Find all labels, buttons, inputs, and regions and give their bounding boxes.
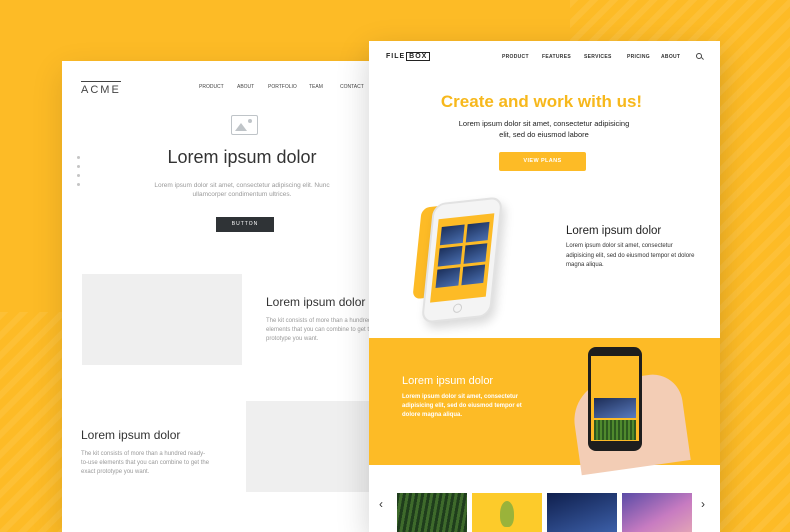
nav-pricing[interactable]: PRICING	[627, 54, 650, 60]
wireframe-button[interactable]: BUTTON	[216, 217, 274, 232]
yellow-section: Lorem ipsum dolor Lorem ipsum dolor sit …	[369, 338, 720, 476]
wireframe-logo[interactable]: ACME	[81, 81, 121, 96]
wireframe-nav-contact[interactable]: CONTACT	[340, 84, 364, 90]
wireframe-nav-portfolio[interactable]: PORTFOLIO	[268, 84, 297, 90]
search-icon[interactable]	[696, 53, 702, 59]
band-title: Lorem ipsum dolor	[402, 375, 494, 387]
phone-illustration	[421, 196, 503, 324]
image-placeholder	[82, 274, 242, 365]
wireframe-nav-team[interactable]: TEAM	[309, 84, 323, 90]
home-button-icon	[452, 303, 463, 314]
gallery-strip: ‹ ›	[369, 465, 720, 532]
hero-headline: Create and work with us!	[440, 92, 643, 111]
designed-page: FILE BOX PRODUCT FEATURES SERVICES PRICIN…	[369, 41, 720, 532]
view-plans-button[interactable]: VIEW PLANS	[499, 152, 586, 171]
wireframe-nav-about[interactable]: ABOUT	[237, 84, 254, 90]
slider-dots[interactable]	[77, 156, 80, 192]
nav-about[interactable]: ABOUT	[661, 54, 680, 60]
feature-text: Lorem ipsum dolor sit amet, consectetur …	[566, 243, 695, 268]
gallery-prev-icon[interactable]: ‹	[379, 498, 383, 510]
feature-title: Lorem ipsum dolor	[566, 225, 662, 237]
wireframe-hero-subtitle: Lorem ipsum dolor sit amet, consectetur …	[154, 182, 330, 198]
band-text: Lorem ipsum dolor sit amet, consectetur …	[402, 394, 522, 418]
nav-services[interactable]: SERVICES	[584, 54, 612, 60]
wireframe-hero-title: Lorem ipsum dolor	[167, 147, 317, 167]
image-placeholder-icon	[231, 115, 258, 135]
hero-lead: Lorem ipsum dolor sit amet, consectetur …	[458, 119, 630, 139]
gallery-thumb-pineapple[interactable]	[472, 493, 542, 532]
wireframe-section2-text: The kit consists of more than a hundred …	[81, 451, 210, 475]
wireframe-section2-title: Lorem ipsum dolor	[81, 428, 181, 442]
logo-text: FILE	[386, 53, 406, 60]
wireframe-page: ACME PRODUCT ABOUT PORTFOLIO TEAM CONTAC…	[62, 61, 392, 532]
wireframe-section1-title: Lorem ipsum dolor	[266, 295, 366, 309]
nav-product[interactable]: PRODUCT	[502, 54, 529, 60]
wireframe-nav-product[interactable]: PRODUCT	[199, 84, 224, 90]
logo-box-text: BOX	[406, 52, 431, 61]
gallery-thumb-leaves[interactable]	[397, 493, 467, 532]
gallery-thumb-night-sky[interactable]	[547, 493, 617, 532]
gallery-thumb-sunset[interactable]	[622, 493, 692, 532]
nav-features[interactable]: FEATURES	[542, 54, 571, 60]
filebox-logo[interactable]: FILE BOX	[386, 52, 431, 61]
phone-photo	[588, 347, 642, 451]
gallery-next-icon[interactable]: ›	[701, 498, 705, 510]
